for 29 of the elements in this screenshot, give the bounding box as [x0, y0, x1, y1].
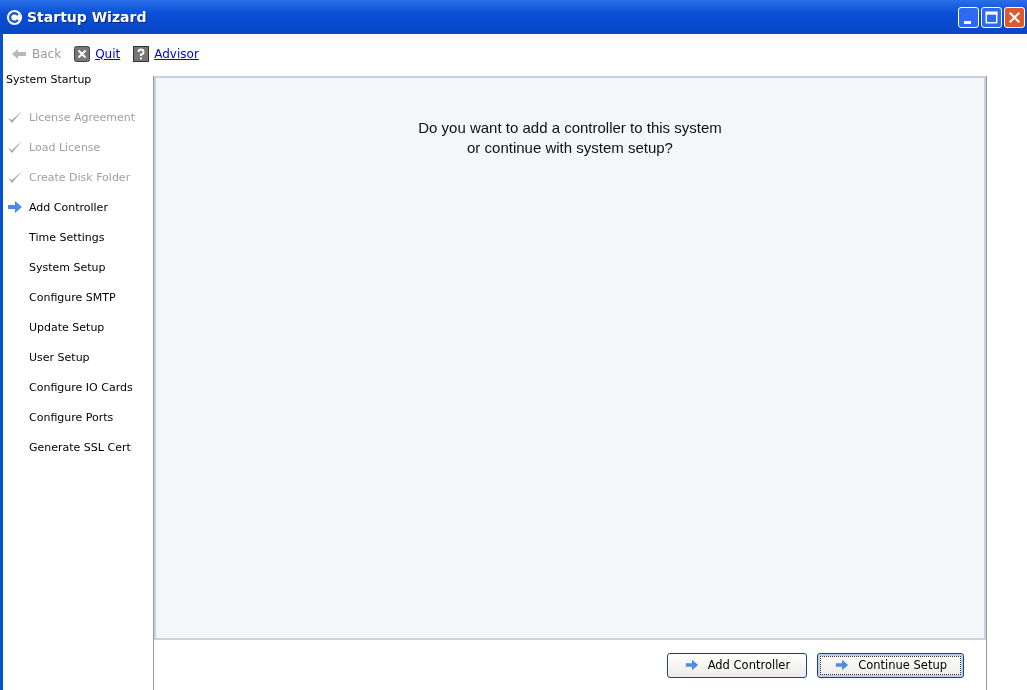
minimize-icon — [964, 20, 971, 24]
question-text: Do you want to add a controller to this system or continue with system setup? — [417, 118, 723, 158]
close-icon — [74, 46, 91, 62]
step-label: Configure Ports — [29, 410, 114, 424]
toolbar-link[interactable]: Advisor — [154, 47, 199, 61]
step-label: Time Settings — [29, 230, 105, 244]
step-label: Add Controller — [29, 200, 108, 214]
step-label: System Setup — [29, 260, 106, 274]
minimize-button[interactable] — [958, 6, 979, 28]
step-label: Create Disk Folder — [29, 170, 131, 184]
step-label: Update Setup — [29, 320, 105, 334]
wizard-button[interactable]: Continue Setup — [817, 652, 964, 678]
close-button[interactable] — [1004, 6, 1025, 28]
wizard-button[interactable]: Add Controller — [666, 652, 808, 678]
arrow-icon — [834, 658, 851, 672]
step-label: Generate SSL Cert — [29, 440, 131, 454]
step-label: Configure SMTP — [29, 290, 116, 304]
maximize-button[interactable] — [981, 6, 1002, 28]
step-label: User Setup — [29, 350, 90, 364]
window-title: Startup Wizard — [27, 9, 147, 25]
help-icon — [133, 46, 150, 62]
toolbar-link[interactable]: Quit — [95, 47, 121, 61]
sidebar-heading: System Startup — [5, 72, 93, 88]
step-label: License Agreement — [29, 110, 136, 124]
step-label: Load License — [29, 140, 101, 154]
back-arrow-icon — [11, 46, 27, 62]
app-logo-icon — [6, 8, 23, 26]
step-label: Configure IO Cards — [29, 380, 133, 394]
arrow-icon — [683, 658, 700, 672]
